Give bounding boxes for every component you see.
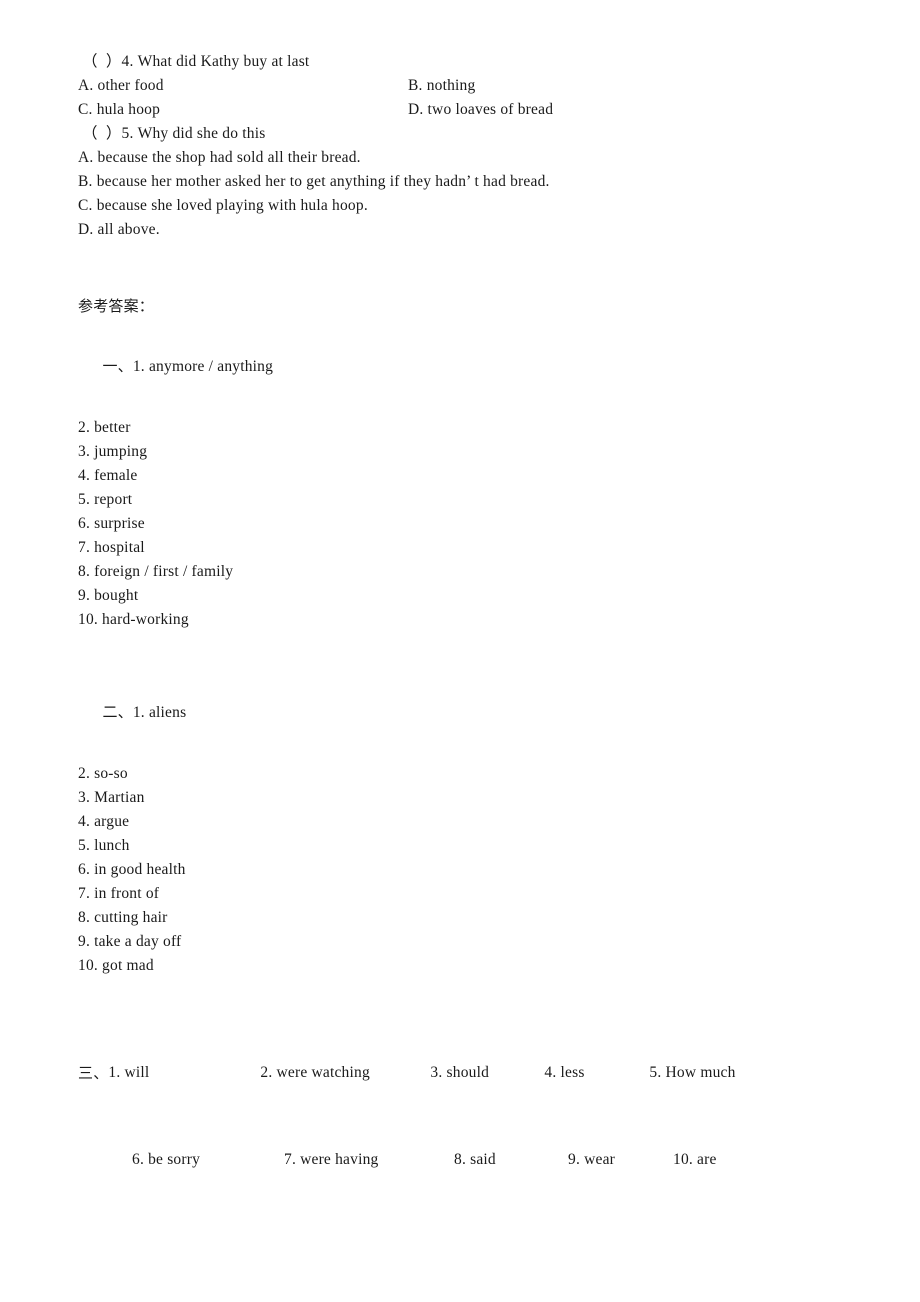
spacer-between-section-1-and-2 [78,632,868,676]
section-3-separator: 、 [93,1064,109,1082]
question-stem-4: （ ）4. What did Kathy buy at last [82,53,310,70]
list-item: 9. take a day off [78,933,182,950]
grid-cell: 8. said [454,1151,496,1168]
question-stem-5: （ ）5. Why did she do this [82,125,266,142]
option-4-d: D. two loaves of bread [408,101,554,118]
option-5-d: D. all above. [78,221,160,238]
list-item: 4. female [78,467,138,484]
list-item: 10. got mad [78,957,154,974]
section-3-row-2: 6. be sorry 7. were having 8. said 9. we… [78,1141,868,1179]
list-item: 7. hospital [78,539,145,556]
section-1-separator: 、 [117,357,133,375]
answer-section-3: 三、 1. will 2. were watching 3. should 4.… [78,1006,868,1227]
list-item: 6. in good health [78,861,186,878]
grid-cell: 9. wear [568,1151,616,1168]
list-item: 10. hard-working [78,611,189,628]
spacer-between-section-2-and-3 [78,978,868,1006]
list-item: 8. cutting hair [78,909,168,926]
option-5-a: A. because the shop had sold all their b… [78,149,361,166]
spacer-after-answers-heading [78,318,868,330]
list-item: 5. lunch [78,837,130,854]
grid-cell: 1. will [108,1064,150,1081]
section-1-first-item: 1. anymore / anything [132,358,274,375]
list-item: 7. in front of [78,885,160,902]
section-3-row-1: 三、 1. will 2. were watching 3. should 4.… [78,1054,868,1093]
answer-section-1-list: 2. better 3. jumping 4. female 5. report… [78,416,868,632]
option-4-b: B. nothing [408,77,476,94]
question-4-options-row-2: C. hula hoop D. two loaves of bread [78,98,868,122]
section-2-separator: 、 [117,703,133,721]
section-3-heading: 三、 [78,1054,108,1093]
grid-cell: 3. should [430,1064,490,1081]
answers-heading: 参考答案： [78,297,155,315]
list-item: 2. so-so [78,765,128,782]
section-2-number: 二 [102,703,118,721]
grid-cell: 5. How much [649,1064,736,1081]
answer-section-4: 四、 1. T 2. T 3. T 4. F 5. T [78,1255,868,1302]
section-3-number: 三 [78,1064,94,1082]
document-content: （ ）4. What did Kathy buy at last A. othe… [78,50,868,1302]
option-5-b: B. because her mother asked her to get a… [78,173,550,190]
list-item: 9. bought [78,587,139,604]
spacer-before-answers [78,242,868,294]
list-item: 3. jumping [78,443,148,460]
list-item: 2. better [78,419,131,436]
list-item: 3. Martian [78,789,145,806]
answer-section-2-heading: 二、1. aliens [78,676,868,749]
list-item: 4. argue [78,813,130,830]
answer-section-1-heading: 一、1. anymore / anything [78,330,868,403]
option-5-c: C. because she loved playing with hula h… [78,197,368,214]
question-4-options-row-1: A. other food B. nothing [78,74,868,98]
section-1-number: 一 [102,357,118,375]
list-item: 6. surprise [78,515,145,532]
section-3-row-2-spacer [100,1141,132,1179]
grid-cell: 10. are [673,1151,717,1168]
spacer-between-section-3-and-4 [78,1227,868,1255]
grid-cell: 4. less [544,1064,585,1081]
answer-section-2-list: 2. so-so 3. Martian 4. argue 5. lunch 6.… [78,762,868,978]
option-4-c: C. hula hoop [78,101,161,118]
option-4-a: A. other food [78,77,164,94]
list-item: 8. foreign / first / family [78,563,234,580]
list-item: 5. report [78,491,133,508]
section-2-first-item: 1. aliens [132,704,187,721]
grid-cell: 2. were watching [260,1064,370,1081]
document-page: （ ）4. What did Kathy buy at last A. othe… [0,0,920,1302]
grid-cell: 7. were having [284,1151,379,1168]
grid-cell: 6. be sorry [132,1151,201,1168]
